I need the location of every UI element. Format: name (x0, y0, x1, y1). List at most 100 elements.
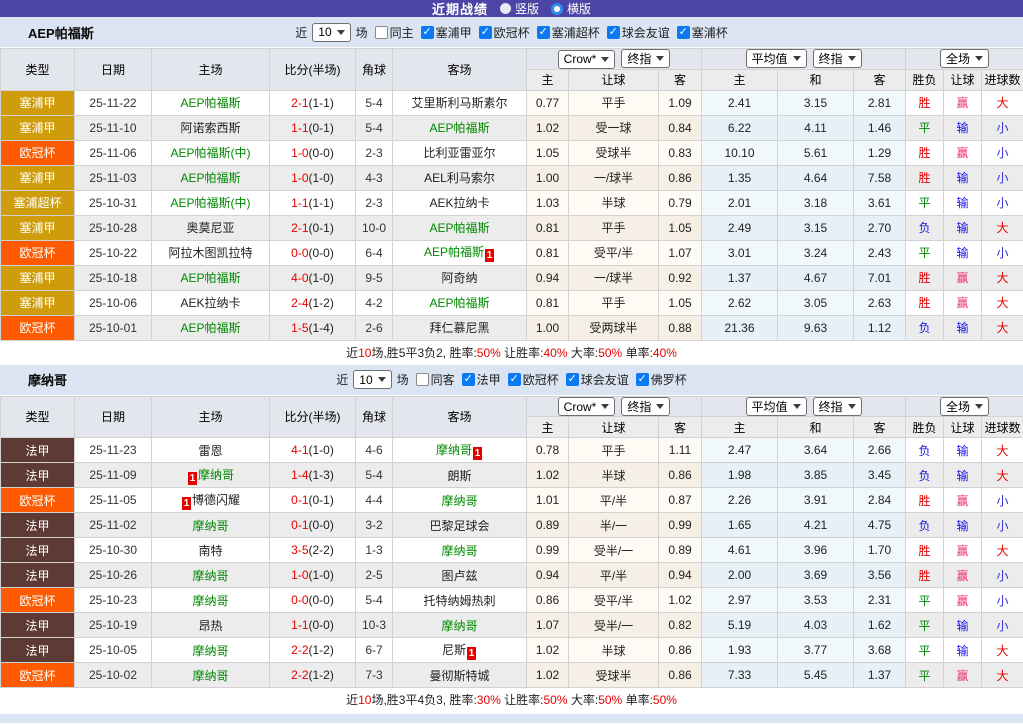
league-cell[interactable]: 法甲 (1, 538, 75, 563)
scope-select[interactable]: 全场 (940, 397, 989, 416)
games-count-select[interactable]: 10 (312, 23, 350, 42)
league-cell[interactable]: 法甲 (1, 513, 75, 538)
summary-segment: 大率: (568, 693, 599, 707)
away-team[interactable]: 摩纳哥 (393, 538, 527, 563)
league-filter-checkbox[interactable]: ✓ (421, 26, 434, 39)
league-cell[interactable]: 塞浦甲 (1, 215, 75, 240)
league-cell[interactable]: 欧冠杯 (1, 588, 75, 613)
vertical-layout-radio-group[interactable]: 竖版 (500, 0, 539, 17)
away-team[interactable]: 艾里斯利马斯素尔 (393, 90, 527, 115)
final-index-select[interactable]: 终指 (621, 397, 670, 416)
home-team[interactable]: AEP帕福斯 (152, 315, 270, 340)
league-filter-checkbox[interactable]: ✓ (479, 26, 492, 39)
scope-select[interactable]: 全场 (940, 49, 989, 68)
league-filter-checkbox[interactable]: ✓ (636, 373, 649, 386)
home-team[interactable]: AEP帕福斯(中) (152, 140, 270, 165)
league-cell[interactable]: 塞浦甲 (1, 115, 75, 140)
home-team[interactable]: 摩纳哥 (152, 638, 270, 663)
away-team[interactable]: AEP帕福斯1 (393, 240, 527, 265)
league-cell[interactable]: 欧冠杯 (1, 140, 75, 165)
bookmaker-select[interactable]: Crow* (558, 397, 616, 416)
league-cell[interactable]: 欧冠杯 (1, 315, 75, 340)
away-team[interactable]: AEP帕福斯 (393, 215, 527, 240)
home-team[interactable]: 1摩纳哥 (152, 463, 270, 488)
league-cell[interactable]: 法甲 (1, 613, 75, 638)
vertical-radio-label: 竖版 (515, 0, 539, 17)
league-filter-checkbox[interactable]: ✓ (566, 373, 579, 386)
result-handicap: 赢 (944, 290, 982, 315)
home-team[interactable]: 南特 (152, 538, 270, 563)
away-team[interactable]: AEL利马索尔 (393, 165, 527, 190)
avg-draw: 3.69 (778, 563, 854, 588)
home-team[interactable]: AEP帕福斯 (152, 165, 270, 190)
league-filter-checkbox[interactable]: ✓ (462, 373, 475, 386)
home-team[interactable]: AEK拉纳卡 (152, 290, 270, 315)
away-team[interactable]: 尼斯1 (393, 638, 527, 663)
home-team[interactable]: AEP帕福斯 (152, 265, 270, 290)
league-cell[interactable]: 欧冠杯 (1, 663, 75, 688)
home-team[interactable]: 阿拉木图凯拉特 (152, 240, 270, 265)
odds-away: 1.09 (659, 90, 702, 115)
away-team[interactable]: AEK拉纳卡 (393, 190, 527, 215)
home-team[interactable]: 1博德闪耀 (152, 488, 270, 513)
away-team[interactable]: 摩纳哥 (393, 488, 527, 513)
away-team[interactable]: 朗斯 (393, 463, 527, 488)
league-filter-checkbox[interactable]: ✓ (537, 26, 550, 39)
home-team[interactable]: AEP帕福斯(中) (152, 190, 270, 215)
away-team[interactable]: 阿奇纳 (393, 265, 527, 290)
league-cell[interactable]: 塞浦超杯 (1, 190, 75, 215)
away-team[interactable]: 巴黎足球会 (393, 513, 527, 538)
league-cell[interactable]: 塞浦甲 (1, 265, 75, 290)
away-team[interactable]: 图卢兹 (393, 563, 527, 588)
league-cell[interactable]: 法甲 (1, 563, 75, 588)
away-team[interactable]: 摩纳哥1 (393, 438, 527, 463)
games-count-select[interactable]: 10 (353, 370, 391, 389)
result-goals: 大 (982, 438, 1023, 463)
league-cell[interactable]: 欧冠杯 (1, 488, 75, 513)
league-cell[interactable]: 法甲 (1, 463, 75, 488)
final-index-select[interactable]: 终指 (621, 49, 670, 68)
average-odds-select[interactable]: 平均值 (746, 49, 807, 68)
final-index-select[interactable]: 终指 (813, 49, 862, 68)
home-team[interactable]: 摩纳哥 (152, 663, 270, 688)
horizontal-layout-radio-group[interactable]: 横版 (551, 0, 591, 17)
result-outcome: 平 (906, 663, 944, 688)
away-team[interactable]: 摩纳哥 (393, 613, 527, 638)
league-cell[interactable]: 塞浦甲 (1, 165, 75, 190)
league-filter-checkbox[interactable]: ✓ (607, 26, 620, 39)
halftime-score: (2-2) (309, 543, 334, 557)
home-team[interactable]: 摩纳哥 (152, 588, 270, 613)
league-cell[interactable]: 法甲 (1, 438, 75, 463)
average-odds-select[interactable]: 平均值 (746, 397, 807, 416)
corner-cell: 5-4 (356, 90, 393, 115)
away-team[interactable]: 拜仁慕尼黑 (393, 315, 527, 340)
home-team[interactable]: 昂热 (152, 613, 270, 638)
league-cell[interactable]: 塞浦甲 (1, 90, 75, 115)
home-team[interactable]: 摩纳哥 (152, 513, 270, 538)
summary-segment: 让胜率: (501, 693, 544, 707)
away-team[interactable]: 托特纳姆热刺 (393, 588, 527, 613)
away-team[interactable]: AEP帕福斯 (393, 290, 527, 315)
league-filter-checkbox[interactable]: ✓ (677, 26, 690, 39)
league-filter-checkbox[interactable]: ✓ (508, 373, 521, 386)
home-team[interactable]: 摩纳哥 (152, 563, 270, 588)
odds-away: 0.92 (659, 265, 702, 290)
away-team[interactable]: AEP帕福斯 (393, 115, 527, 140)
home-team[interactable]: 奥莫尼亚 (152, 215, 270, 240)
league-cell[interactable]: 塞浦甲 (1, 290, 75, 315)
home-team[interactable]: 阿诺索西斯 (152, 115, 270, 140)
bookmaker-select[interactable]: Crow* (558, 50, 616, 69)
league-cell[interactable]: 法甲 (1, 638, 75, 663)
odds-home: 0.94 (527, 265, 569, 290)
final-index-select[interactable]: 终指 (813, 397, 862, 416)
home-team[interactable]: 雷恩 (152, 438, 270, 463)
away-team[interactable]: 比利亚雷亚尔 (393, 140, 527, 165)
horizontal-radio-icon[interactable] (551, 3, 563, 15)
vertical-radio-icon[interactable] (500, 3, 511, 14)
league-cell[interactable]: 欧冠杯 (1, 240, 75, 265)
away-team[interactable]: 曼彻斯特城 (393, 663, 527, 688)
home-team[interactable]: AEP帕福斯 (152, 90, 270, 115)
avg-away: 3.61 (854, 190, 906, 215)
same-side-checkbox[interactable] (416, 373, 429, 386)
same-side-checkbox[interactable] (375, 26, 388, 39)
